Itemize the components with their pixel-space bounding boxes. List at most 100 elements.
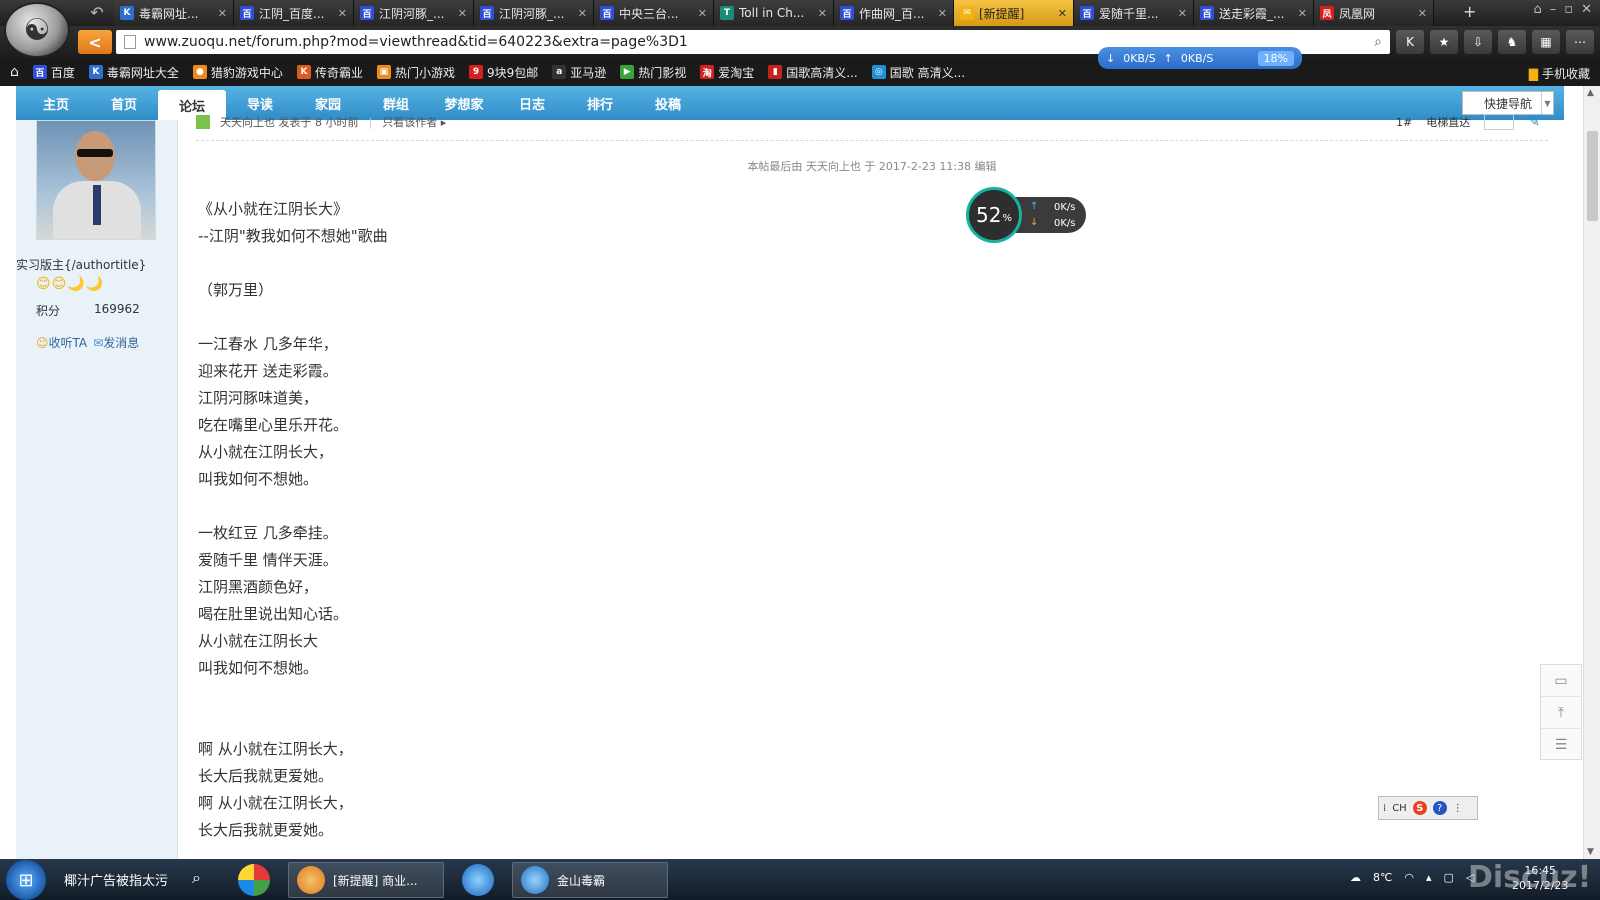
avatar[interactable] — [36, 120, 156, 240]
menu-icon[interactable]: ⋯ — [1566, 30, 1594, 54]
follow-link[interactable]: ☺收听TA — [36, 334, 87, 351]
tab-close-icon[interactable]: ✕ — [1418, 7, 1427, 20]
tab-close-icon[interactable]: ✕ — [698, 7, 707, 20]
tab-close-icon[interactable]: ✕ — [458, 7, 467, 20]
game-icon[interactable]: ♞ — [1498, 30, 1526, 54]
bookmark-item[interactable]: ● 猎豹游戏中心 — [192, 64, 283, 81]
bookmark-item[interactable]: 淘爱淘宝 — [700, 64, 754, 81]
trash-icon[interactable]: ▦ — [1532, 30, 1560, 54]
post-line: 一枚红豆 几多牵挂。 — [198, 524, 338, 542]
wifi-icon[interactable]: ◠ — [1404, 871, 1414, 884]
forum-nav-item[interactable]: 主页 — [22, 86, 90, 120]
post-line: 喝在肚里说出知心话。 — [198, 605, 349, 623]
browser-tab[interactable]: K 毒霸网址... ✕ — [114, 0, 234, 26]
kingsoft-icon[interactable]: K — [1396, 30, 1424, 54]
action-center-icon[interactable]: ▢ — [1444, 871, 1454, 884]
edit-pen-icon[interactable]: ✎ — [1528, 114, 1540, 130]
bookmark-item[interactable]: K 毒霸网址大全 — [88, 64, 179, 81]
ime-language[interactable]: CH — [1392, 803, 1407, 814]
taskbar-task-duba[interactable]: 金山毒霸 — [512, 862, 668, 898]
help-icon[interactable]: ? — [1432, 801, 1447, 815]
browser-tab[interactable]: T Toll in Ch... ✕ — [714, 0, 834, 26]
bookmark-label: 猎豹游戏中心 — [210, 65, 283, 80]
forum-nav-item[interactable]: 首页 — [90, 86, 158, 120]
weather-icon[interactable]: ☁ — [1350, 871, 1361, 884]
taskbar-search-text[interactable]: 椰汁广告被指太污 — [64, 870, 168, 889]
scroll-down-icon[interactable]: ▼ — [1587, 847, 1594, 857]
elevator-input[interactable] — [1484, 114, 1515, 130]
browser-tab[interactable]: 百送走彩霞_... ✕ — [1194, 0, 1314, 26]
browser-tab[interactable]: 百江阴河豚_... ✕ — [354, 0, 474, 26]
browser-tab[interactable]: 百爱随千里... ✕ — [1074, 0, 1194, 26]
forum-nav-item[interactable]: 排行 — [566, 86, 634, 120]
tab-favicon-icon: T — [720, 6, 734, 20]
browser-tab[interactable]: 百中央三台... ✕ — [594, 0, 714, 26]
tab-close-icon[interactable]: ✕ — [818, 7, 827, 20]
tab-close-icon[interactable]: ✕ — [1298, 7, 1307, 20]
taskbar-task-browser[interactable]: [新提醒] 商业... — [288, 862, 444, 898]
bookmark-item[interactable]: ▣ 热门小游戏 — [376, 64, 455, 81]
start-button[interactable]: ⊞ — [6, 860, 46, 900]
bookmark-item[interactable]: K 传奇霸业 — [296, 64, 363, 81]
skin-icon[interactable]: ⌂ — [1534, 2, 1542, 17]
ie-icon[interactable] — [462, 864, 494, 896]
chrome-like-app-icon[interactable] — [238, 864, 270, 896]
scroll-up-icon[interactable]: ▲ — [1587, 88, 1594, 98]
browser-tab[interactable]: 百江阴_百度... ✕ — [234, 0, 354, 26]
scroll-thumb[interactable] — [1587, 131, 1598, 221]
search-icon[interactable]: ⌕ — [192, 868, 201, 888]
quick-nav-button[interactable]: 快捷导航 ▼ — [1462, 91, 1554, 115]
url-text[interactable]: www.zuoqu.net/forum.php?mod=viewthread&t… — [144, 34, 688, 50]
tray-expand-icon[interactable]: ▴ — [1426, 871, 1432, 884]
back-to-top-icon[interactable]: ⤒ — [1541, 697, 1581, 729]
minimize-icon[interactable]: – — [1550, 2, 1557, 17]
bookmark-label: 热门小游戏 — [394, 65, 455, 80]
tab-close-icon[interactable]: ✕ — [218, 7, 227, 20]
back-button[interactable]: < — [78, 30, 112, 54]
maximize-icon[interactable]: ▫ — [1564, 2, 1573, 17]
bookmark-item[interactable]: 9 9块9包邮 — [468, 64, 538, 81]
favorites-star-icon[interactable]: ★ — [1430, 30, 1458, 54]
download-icon[interactable]: ⇩ — [1464, 30, 1492, 54]
new-tab-icon[interactable]: + — [1463, 2, 1476, 21]
tab-title: Toll in Ch... — [739, 6, 805, 20]
speed-widget[interactable]: ↑ 0K/s ↓ 0K/s 52% — [966, 187, 1088, 243]
tab-close-icon[interactable]: ✕ — [1178, 7, 1187, 20]
search-icon[interactable]: ⌕ — [1374, 34, 1382, 50]
bookmark-item[interactable]: ◎ 国歌 高清义... — [871, 64, 965, 81]
post-author-line[interactable]: 天天向上也 发表于 8 小时前 — [220, 114, 359, 130]
tab-close-icon[interactable]: ✕ — [938, 7, 947, 20]
browser-tab[interactable]: 凤凤凰网 ✕ — [1314, 0, 1434, 26]
ime-toolbar[interactable]: ⁞ CH S ? ⋮ — [1378, 796, 1478, 820]
only-author-link[interactable]: 只看该作者 ▸ — [382, 114, 446, 130]
browser-tab[interactable]: 百江阴河豚_... ✕ — [474, 0, 594, 26]
bookmark-item[interactable]: ▶ 热门影视 — [620, 64, 686, 81]
message-link[interactable]: ✉发消息 — [93, 334, 139, 351]
sogou-icon[interactable]: S — [1412, 801, 1427, 815]
vertical-scrollbar[interactable]: ▲ ▼ — [1583, 86, 1600, 859]
list-icon[interactable]: ☰ — [1541, 729, 1581, 761]
forum-nav-item[interactable]: 日志 — [498, 86, 566, 120]
bookmark-favicon-icon: a — [552, 65, 567, 79]
user-actions: ☺收听TA ✉发消息 — [36, 334, 139, 351]
post-meta: 天天向上也 发表于 8 小时前 | 只看该作者 ▸ — [196, 114, 446, 130]
forum-nav-item[interactable]: 投稿 — [634, 86, 702, 120]
user-title: 实习版主{/authortitle} — [16, 258, 147, 272]
tab-close-icon[interactable]: ✕ — [1058, 7, 1067, 20]
bookmark-item[interactable]: ▮ 国歌高清义... — [768, 64, 858, 81]
tab-history-back-icon[interactable]: ↶ — [84, 3, 110, 23]
tab-close-icon[interactable]: ✕ — [338, 7, 347, 20]
browser-tab[interactable]: ✉ [新提醒] ✕ — [954, 0, 1074, 26]
ime-menu-icon[interactable]: ⋮ — [1453, 803, 1463, 814]
browser-logo-icon[interactable]: ☯ — [4, 2, 70, 58]
home-icon[interactable]: ⌂ — [10, 64, 19, 80]
tab-close-icon[interactable]: ✕ — [578, 7, 587, 20]
browser-tab[interactable]: 百作曲网_百... ✕ — [834, 0, 954, 26]
bookmark-item[interactable]: a 亚马逊 — [552, 64, 606, 81]
network-speed-pill[interactable]: ↓ 0KB/S ↑ 0KB/S 18% — [1098, 47, 1302, 69]
comment-icon[interactable]: ▭ — [1541, 665, 1581, 697]
close-window-icon[interactable]: ✕ — [1581, 2, 1592, 17]
mobile-favorites[interactable]: ▇ 手机收藏 — [1529, 65, 1590, 82]
bookmark-item[interactable]: 百百度 — [32, 64, 75, 81]
floor-number[interactable]: 1# — [1396, 116, 1412, 129]
